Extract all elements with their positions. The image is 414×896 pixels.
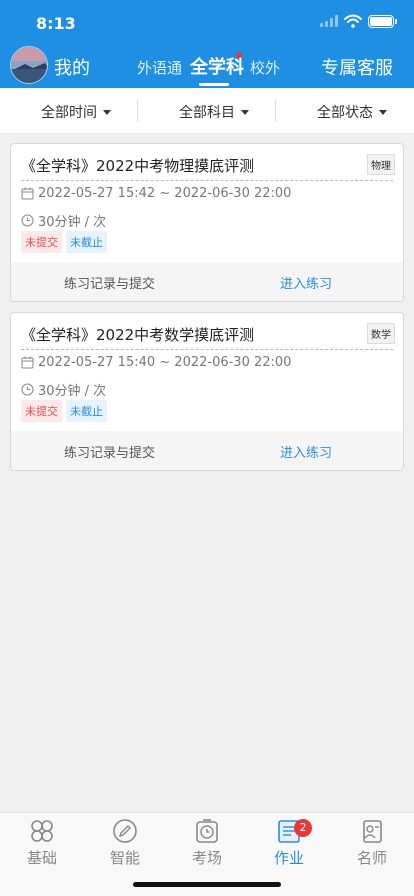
calendar-icon [21, 187, 34, 200]
status-badge-unsubmitted: 未提交 [21, 400, 62, 422]
duration: 30分钟 / 次 [21, 380, 106, 399]
homework-count-badge: 2 [294, 819, 312, 837]
status-badge-open: 未截止 [66, 400, 107, 422]
app-header: 8:13 我的 外语通 全学科 校外 专属客服 [0, 0, 414, 88]
tab-foreign-language[interactable]: 外语通 [137, 57, 182, 78]
me-label[interactable]: 我的 [54, 54, 90, 80]
tab-teacher[interactable]: 名师 [342, 817, 402, 868]
time-range-text: 2022-05-27 15:40 ~ 2022-06-30 22:00 [38, 355, 292, 370]
card-title: 《全学科》2022中考物理摸底评测 [21, 157, 255, 175]
time-range: 2022-05-27 15:40 ~ 2022-06-30 22:00 [21, 355, 291, 370]
card-footer: 练习记录与提交 进入练习 [11, 262, 403, 301]
tab-homework-label: 作业 [273, 849, 304, 867]
signal-icon [320, 15, 338, 27]
tab-smart[interactable]: 智能 [95, 817, 155, 868]
subject-tag: 数学 [367, 323, 395, 344]
divider [21, 349, 393, 350]
assignment-card[interactable]: 《全学科》2022中考数学摸底评测 数学 2022-05-27 15:40 ~ … [10, 312, 404, 471]
enter-practice-button[interactable]: 进入练习 [280, 273, 332, 292]
assignment-card[interactable]: 《全学科》2022中考物理摸底评测 物理 2022-05-27 15:42 ~ … [10, 143, 404, 302]
clock-icon [21, 214, 34, 227]
active-tab-indicator [199, 83, 229, 86]
avatar[interactable] [10, 46, 48, 84]
status-badge-unsubmitted: 未提交 [21, 231, 62, 253]
duration-text: 30分钟 / 次 [38, 384, 107, 399]
tab-extracurricular[interactable]: 校外 [250, 57, 280, 78]
tab-basics[interactable]: 基础 [12, 817, 72, 868]
status-badge-open: 未截止 [66, 231, 107, 253]
pencil-icon [113, 819, 137, 843]
tab-homework[interactable]: 2 作业 [259, 817, 319, 868]
time-range-text: 2022-05-27 15:42 ~ 2022-06-30 22:00 [38, 186, 292, 201]
tab-teacher-label: 名师 [356, 849, 387, 867]
enter-practice-button[interactable]: 进入练习 [280, 442, 332, 461]
dropdown-arrow-icon [103, 109, 111, 115]
filter-time-label: 全部时间 [41, 105, 97, 121]
tab-exam[interactable]: 考场 [177, 817, 237, 868]
tab-exam-label: 考场 [191, 849, 222, 867]
status-bar: 8:13 [0, 0, 414, 44]
grid-icon [31, 820, 53, 842]
duration-text: 30分钟 / 次 [38, 215, 107, 230]
subject-tag: 物理 [367, 154, 395, 175]
clock-icon [196, 819, 218, 843]
notification-dot [236, 52, 242, 58]
practice-record-button[interactable]: 练习记录与提交 [64, 442, 155, 461]
time-range: 2022-05-27 15:42 ~ 2022-06-30 22:00 [21, 186, 291, 201]
card-title: 《全学科》2022中考数学摸底评测 [21, 326, 255, 344]
home-indicator [133, 882, 281, 887]
status-icons [320, 14, 397, 28]
customer-service-button[interactable]: 专属客服 [321, 54, 393, 80]
battery-icon [368, 14, 397, 28]
wifi-icon [344, 14, 362, 28]
teacher-icon [363, 820, 382, 843]
clock-icon [21, 383, 34, 396]
filter-status-label: 全部状态 [317, 105, 373, 121]
status-time: 8:13 [36, 14, 76, 33]
filter-subject[interactable]: 全部科目 [179, 102, 249, 122]
filter-time[interactable]: 全部时间 [41, 102, 111, 122]
dropdown-arrow-icon [241, 109, 249, 115]
divider [275, 100, 276, 122]
divider [137, 100, 138, 122]
filter-bar: 全部时间 全部科目 全部状态 [0, 88, 414, 134]
dropdown-arrow-icon [379, 109, 387, 115]
card-footer: 练习记录与提交 进入练习 [11, 431, 403, 470]
duration: 30分钟 / 次 [21, 211, 106, 230]
tab-basics-label: 基础 [26, 849, 57, 867]
calendar-icon [21, 356, 34, 369]
filter-subject-label: 全部科目 [179, 105, 235, 121]
top-nav: 我的 外语通 全学科 校外 专属客服 [0, 44, 414, 88]
divider [21, 180, 393, 181]
filter-status[interactable]: 全部状态 [317, 102, 387, 122]
practice-record-button[interactable]: 练习记录与提交 [64, 273, 155, 292]
tab-smart-label: 智能 [109, 849, 140, 867]
